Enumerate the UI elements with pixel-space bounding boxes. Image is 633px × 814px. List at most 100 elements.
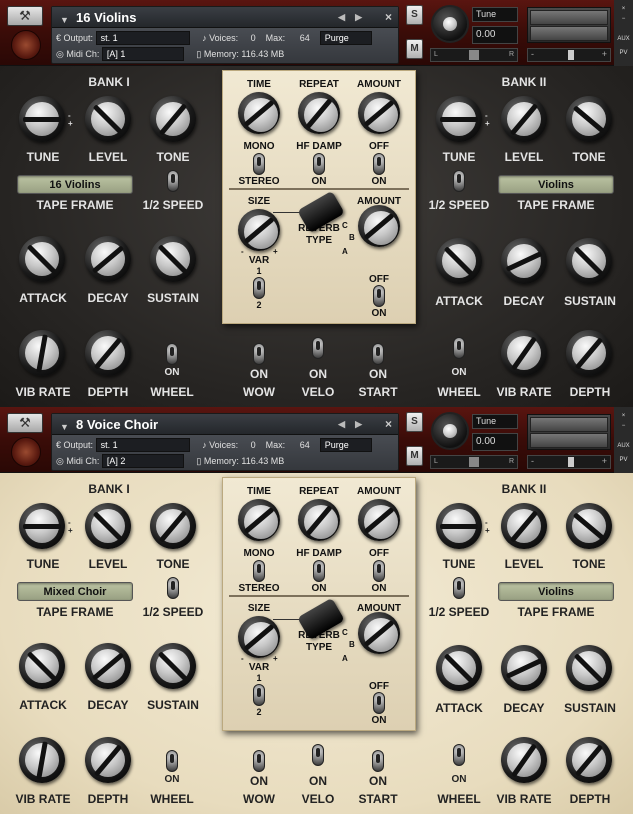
velo-switch[interactable] (312, 337, 324, 359)
bank1-tone-knob[interactable] (150, 503, 196, 549)
bank1-vib-rate-knob[interactable] (19, 737, 65, 783)
wrench-icon[interactable]: ⚒ (7, 6, 43, 26)
bank1-level-knob[interactable] (85, 503, 131, 549)
echo-repeat-knob[interactable] (298, 92, 340, 134)
bank2-depth-knob[interactable] (566, 330, 612, 376)
collapse-icon[interactable]: ▼ (60, 10, 69, 31)
velo-switch[interactable] (312, 744, 324, 766)
reverb-on-off-switch[interactable] (373, 692, 385, 714)
wow-switch[interactable] (253, 750, 265, 772)
mute-button[interactable]: M (406, 446, 423, 466)
instrument-name[interactable]: ▼ 8 Voice Choir ◀▶ × (52, 414, 398, 435)
echo-amount-knob[interactable] (358, 92, 400, 134)
purge-select[interactable]: Purge (319, 31, 372, 45)
bank1-tape-frame-display[interactable]: Mixed Choir (17, 582, 133, 601)
pan-handle[interactable] (469, 457, 479, 467)
bank2-decay-knob[interactable] (501, 645, 547, 691)
bank1-tune-knob[interactable] (19, 96, 65, 142)
bank2-tune-knob[interactable] (436, 503, 482, 549)
pan-slider[interactable]: LR (430, 455, 518, 469)
echo-on-off-switch[interactable] (373, 560, 385, 582)
reverb-var-switch[interactable] (253, 277, 265, 299)
bank2-vib-rate-knob[interactable] (501, 330, 547, 376)
start-switch[interactable] (372, 343, 384, 365)
prev-next-icon[interactable]: ◀▶ (338, 414, 372, 435)
purge-select[interactable]: Purge (319, 438, 372, 452)
bank1-tape-frame-display[interactable]: 16 Violins (17, 175, 133, 194)
tune-value[interactable]: 0.00 (472, 26, 518, 44)
bank1-half-speed-switch[interactable] (167, 170, 179, 192)
bank2-sustain-knob[interactable] (566, 238, 612, 284)
close-icon[interactable]: × (385, 414, 392, 435)
wow-switch[interactable] (253, 343, 265, 365)
bank2-sustain-knob[interactable] (566, 645, 612, 691)
echo-amount-knob[interactable] (358, 499, 400, 541)
solo-button[interactable]: S (406, 5, 423, 25)
bank1-wheel-switch[interactable] (166, 343, 178, 365)
bank2-tape-frame-display[interactable]: Violins (498, 175, 614, 194)
reverb-amount-knob[interactable] (358, 205, 400, 247)
bank2-level-knob[interactable] (501, 96, 547, 142)
close-icon[interactable]: × (614, 413, 633, 419)
bank2-wheel-switch[interactable] (453, 337, 465, 359)
bank1-sustain-knob[interactable] (150, 643, 196, 689)
bank1-vib-rate-knob[interactable] (19, 330, 65, 376)
bank2-level-knob[interactable] (501, 503, 547, 549)
bank1-wheel-switch[interactable] (166, 750, 178, 772)
tune-value[interactable]: 0.00 (472, 433, 518, 451)
bank2-attack-knob[interactable] (436, 645, 482, 691)
bank2-attack-knob[interactable] (436, 238, 482, 284)
echo-time-knob[interactable] (238, 92, 280, 134)
collapse-icon[interactable]: − (614, 16, 633, 22)
bank2-tone-knob[interactable] (566, 96, 612, 142)
close-icon[interactable]: × (614, 6, 633, 12)
solo-button[interactable]: S (406, 412, 423, 432)
bank2-wheel-switch[interactable] (453, 744, 465, 766)
tune-knob[interactable] (431, 5, 469, 43)
bank1-depth-knob[interactable] (85, 330, 131, 376)
reverb-amount-knob[interactable] (358, 612, 400, 654)
max-value[interactable]: 64 (300, 33, 310, 43)
echo-time-knob[interactable] (238, 499, 280, 541)
bank1-decay-knob[interactable] (85, 236, 131, 282)
output-select[interactable]: st. 1 (95, 31, 190, 45)
close-icon[interactable]: × (385, 7, 392, 28)
start-switch[interactable] (372, 750, 384, 772)
midi-select[interactable]: [A] 2 (101, 454, 184, 468)
pv-button[interactable]: PV (614, 457, 633, 463)
bank2-tone-knob[interactable] (566, 503, 612, 549)
bank1-decay-knob[interactable] (85, 643, 131, 689)
wrench-icon[interactable]: ⚒ (7, 413, 43, 433)
pv-button[interactable]: PV (614, 50, 633, 56)
bank2-half-speed-switch[interactable] (453, 170, 465, 192)
mono-stereo-switch[interactable] (253, 153, 265, 175)
instrument-name[interactable]: ▼ 16 Violins ◀▶ × (52, 7, 398, 28)
hf-damp-switch[interactable] (313, 560, 325, 582)
volume-slider[interactable]: - + (527, 455, 611, 469)
bank1-tune-knob[interactable] (19, 503, 65, 549)
bank2-vib-rate-knob[interactable] (501, 737, 547, 783)
vol-handle[interactable] (568, 457, 574, 467)
bank1-attack-knob[interactable] (19, 236, 65, 282)
bank1-half-speed-switch[interactable] (167, 577, 179, 599)
bank1-level-knob[interactable] (85, 96, 131, 142)
tune-knob[interactable] (431, 412, 469, 450)
pan-slider[interactable]: LR (430, 48, 518, 62)
bank2-decay-knob[interactable] (501, 238, 547, 284)
collapse-icon[interactable]: ▼ (60, 417, 69, 438)
reverb-size-knob[interactable] (238, 209, 280, 251)
aux-button[interactable]: AUX (614, 36, 633, 42)
reverb-var-switch[interactable] (253, 684, 265, 706)
output-select[interactable]: st. 1 (95, 438, 190, 452)
midi-select[interactable]: [A] 1 (101, 47, 184, 61)
bank1-tone-knob[interactable] (150, 96, 196, 142)
vol-handle[interactable] (568, 50, 574, 60)
bank2-tape-frame-display[interactable]: Violins (498, 582, 614, 601)
pan-handle[interactable] (469, 50, 479, 60)
mono-stereo-switch[interactable] (253, 560, 265, 582)
volume-slider[interactable]: - + (527, 48, 611, 62)
collapse-icon[interactable]: − (614, 423, 633, 429)
bank1-depth-knob[interactable] (85, 737, 131, 783)
echo-repeat-knob[interactable] (298, 499, 340, 541)
echo-on-off-switch[interactable] (373, 153, 385, 175)
